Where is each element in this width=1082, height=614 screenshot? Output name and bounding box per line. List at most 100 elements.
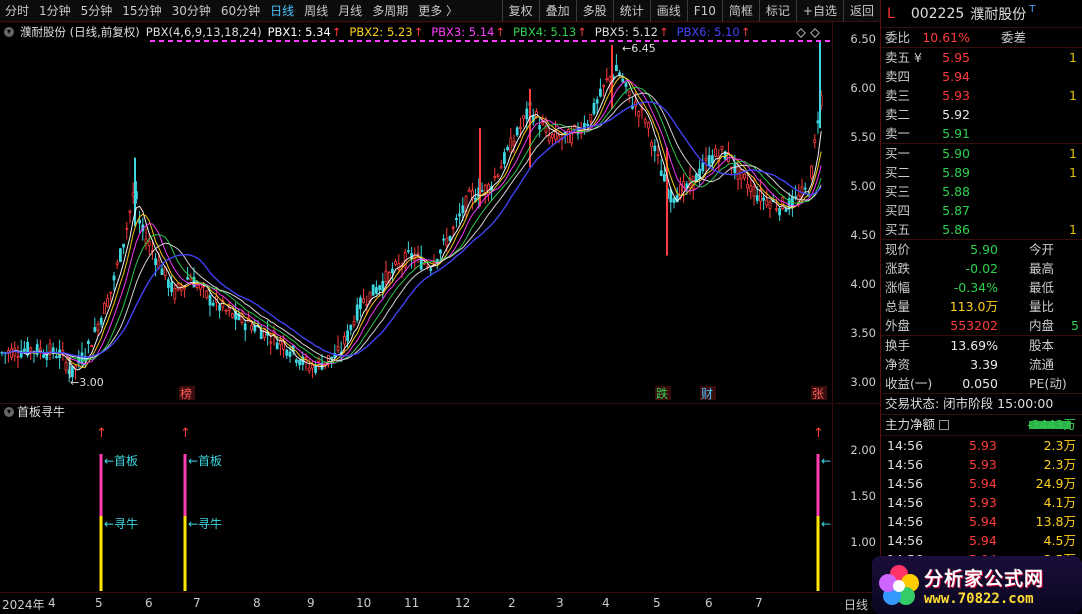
tick-row: 14:56 5.93 2.3万	[887, 457, 1076, 472]
sub-tick: 2.00	[850, 443, 876, 457]
candlestick-chart[interactable]: ←6.45 ←3.00 榜 跌 财 张	[0, 22, 832, 402]
up-arrow-icon: ↑	[495, 25, 505, 39]
table-icon	[939, 420, 949, 430]
toolbar-item[interactable]: 日线	[265, 0, 299, 22]
stat-row: 换手 13.69% 股本	[885, 338, 1055, 353]
price-tick: 6.50	[850, 32, 876, 46]
up-arrow-icon: ↑	[180, 426, 191, 441]
up-arrow-icon: ↑	[577, 25, 587, 39]
toolbar-action[interactable]: F10	[686, 0, 722, 22]
tick-row: 14:56 5.93 2.3万	[887, 438, 1076, 453]
up-arrow-icon: ↑	[658, 25, 669, 39]
logo-title: 分析家公式网	[924, 567, 1045, 590]
sub-indicator-chart[interactable]: ↑ ↑ ↑ ←首板 ←寻牛 ←首板 ←寻牛 ← ←	[0, 419, 832, 592]
price-tick: 6.00	[850, 81, 876, 95]
fundamental-stats: 换手 13.69% 股本 净资 3.39 流通 收益(一) 0.050 PE(动)	[881, 336, 1082, 393]
toolbar-item[interactable]: 1分钟	[34, 0, 76, 22]
up-arrow-icon: ↑	[96, 426, 107, 441]
svg-text:←首板: ←首板	[104, 454, 138, 468]
date-tick: 2024年	[2, 598, 45, 612]
date-tick: 10	[356, 596, 372, 610]
price-axis: 6.50 6.00 5.50 5.00 4.50 4.00 3.50 3.00	[832, 22, 880, 402]
t-badge: T	[1029, 4, 1036, 15]
order-row[interactable]: 买三 5.88	[881, 182, 1082, 201]
settings-circle-icon[interactable]: ▾	[4, 406, 14, 417]
weibi-row: 委比 10.61% 委差	[885, 30, 1027, 45]
toolbar-item[interactable]: 多周期	[367, 0, 413, 22]
flower-logo-icon	[879, 565, 919, 605]
chart-title: 濮耐股份 (日线,前复权)	[20, 25, 140, 39]
tick-row: 14:56 5.94 24.9万	[887, 476, 1076, 491]
svg-text:←寻牛: ←寻牛	[104, 516, 138, 531]
svg-text:←寻牛: ←寻牛	[188, 516, 222, 531]
tick-list: 14:56 5.93 2.3万 14:56 5.93 2.3万 14:56 5.94 24.9万…	[881, 436, 1082, 569]
stat-row: 收益(一) 0.050 PE(动)	[885, 376, 1067, 391]
price-tick: 4.00	[850, 277, 876, 291]
sub-tick: 1.00	[850, 535, 876, 549]
date-tick: 4	[48, 596, 56, 610]
price-tick: 3.50	[850, 326, 876, 340]
order-row[interactable]: 卖五 ¥5.95 1	[881, 48, 1082, 67]
event-marker: 财	[701, 387, 713, 401]
stock-name: 濮耐股份	[970, 6, 1027, 23]
toolbar-item[interactable]: 30分钟	[167, 0, 216, 22]
svg-text:←: ←	[821, 517, 831, 531]
toolbar-action[interactable]: +自选	[795, 0, 843, 22]
order-row[interactable]: 卖一 5.91	[881, 124, 1082, 143]
quote-panel: L 002225 濮耐股份 T 委比 10.61% 委差 卖五 ¥5.95 1 卖四…	[880, 0, 1082, 614]
toolbar-action[interactable]: 画线	[649, 0, 687, 22]
event-marker: 跌	[656, 386, 668, 401]
main-flow-row: 主力净额 -3443万	[881, 415, 1082, 435]
stock-terminal-window: 分时 1分钟 5分钟 15分钟 30分钟 60分钟 日线 周线 月线 多周期 更多 〉 复权 叠加 多股…	[0, 0, 1082, 614]
date-tick: 6	[145, 596, 153, 610]
order-row[interactable]: 买二 5.89 1	[881, 163, 1082, 182]
up-arrow-icon: ↑	[413, 25, 424, 39]
price-tick: 4.50	[850, 228, 876, 242]
site-logo: 分析家公式网 www.70822.com	[872, 556, 1082, 614]
tick-row: 14:56 5.94 4.5万	[887, 533, 1076, 548]
order-row[interactable]: 卖三 5.93 1	[881, 86, 1082, 105]
toolbar-item[interactable]: 分时	[0, 0, 34, 22]
indicator-name[interactable]: PBX(4,6,9,13,18,24)	[146, 25, 262, 39]
pbx-value: PBX3: 5.14	[431, 25, 495, 39]
toolbar-action[interactable]: 标记	[758, 0, 796, 22]
order-row[interactable]: 买四 5.87	[881, 201, 1082, 220]
pbx-value: PBX5: 5.12	[594, 25, 658, 39]
toolbar-item[interactable]: 月线	[333, 0, 367, 22]
price-tick: 5.50	[850, 130, 876, 144]
date-tick: 2	[508, 596, 516, 610]
toolbar-item[interactable]: 15分钟	[117, 0, 166, 22]
toolbar-item[interactable]: 5分钟	[76, 0, 118, 22]
settings-circle-icon[interactable]: ▾	[4, 27, 14, 37]
date-tick: 5	[95, 596, 103, 610]
date-tick: 7	[193, 596, 201, 610]
toolbar-item[interactable]: 更多 〉	[413, 0, 463, 22]
toolbar-action[interactable]: 叠加	[538, 0, 576, 22]
pbx-value: PBX6: 5.10	[676, 25, 740, 39]
order-row[interactable]: 买五 5.86 1	[881, 220, 1082, 239]
tick-row: 14:56 5.94 13.8万	[887, 514, 1076, 529]
toolbar-item[interactable]: 60分钟	[216, 0, 265, 22]
event-marker: 张	[812, 387, 824, 401]
date-tick: 12	[455, 596, 471, 610]
pbx-value: PBX2: 5.23	[349, 25, 413, 39]
price-stats: 现价 5.90 今开 涨跌 -0.02 最高 涨幅 -0.34% 最低 总量 113.0万 量比 外盘 5…	[881, 240, 1082, 335]
up-arrow-icon: ↑	[813, 426, 824, 441]
toolbar-item[interactable]: 周线	[299, 0, 333, 22]
order-row[interactable]: 卖四 5.94	[881, 67, 1082, 86]
toolbar-action[interactable]: 多股	[575, 0, 613, 22]
toolbar-action[interactable]: 简框	[721, 0, 759, 22]
date-tick: 8	[253, 596, 261, 610]
stock-code: 002225	[910, 5, 965, 22]
sub-indicator-title[interactable]: 首板寻牛	[17, 403, 65, 420]
toolbar-action[interactable]: 复权	[501, 0, 539, 22]
up-arrow-icon: ↑	[740, 25, 751, 39]
indicator-legend: ▾ 濮耐股份 (日线,前复权) PBX(4,6,9,13,18,24) PBX1…	[4, 24, 764, 40]
toolbar-action[interactable]: 统计	[612, 0, 650, 22]
date-tick: 9	[307, 596, 315, 610]
order-row[interactable]: 卖二 5.92	[881, 105, 1082, 124]
stat-row: 净资 3.39 流通	[885, 357, 1055, 372]
toolbar-action[interactable]: 返回	[842, 0, 880, 22]
order-row[interactable]: 买一 5.90 1	[881, 144, 1082, 163]
date-tick: 3	[556, 596, 564, 610]
